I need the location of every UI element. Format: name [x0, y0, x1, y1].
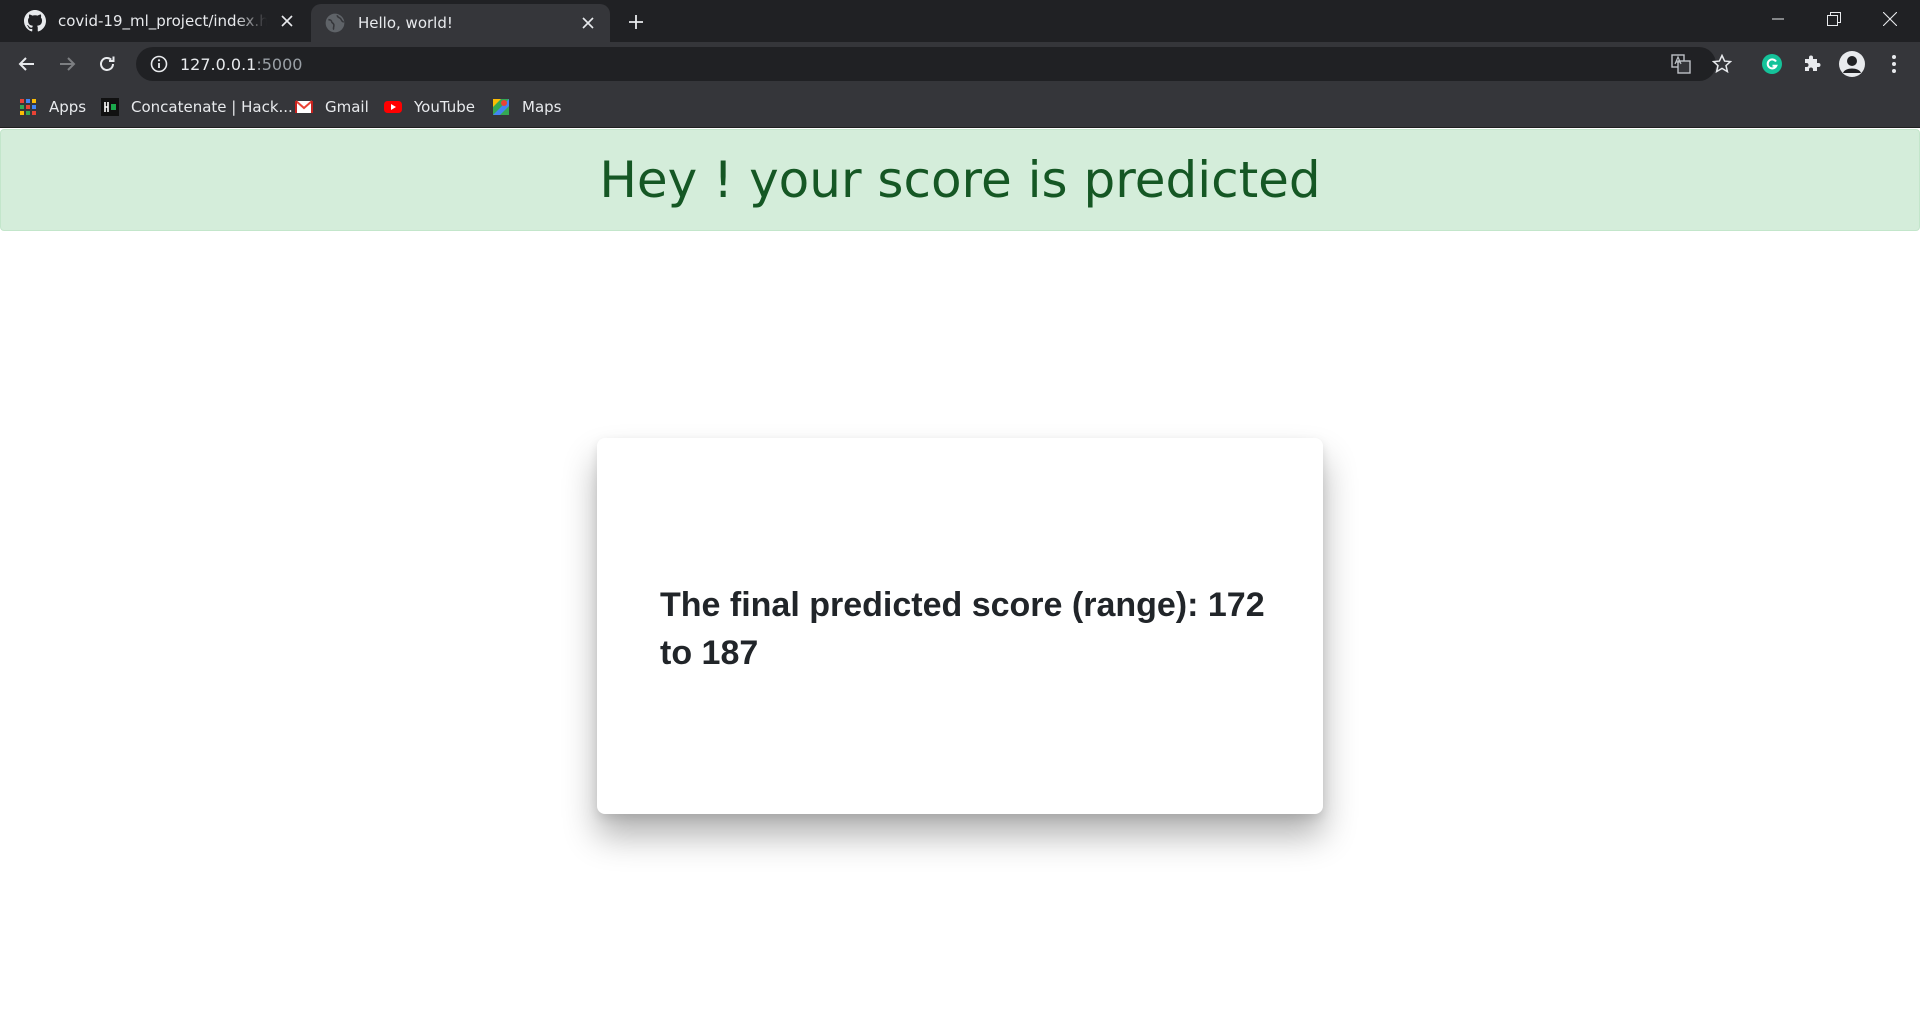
bookmark-gmail[interactable]: Gmail — [295, 94, 369, 120]
bookmark-apps[interactable]: Apps — [19, 94, 86, 120]
arrow-left-icon — [18, 57, 34, 71]
address-url: 127.0.0.1:5000 — [180, 55, 302, 74]
minimize-window-button[interactable] — [1750, 0, 1806, 38]
arrow-right-icon — [60, 57, 76, 71]
close-tab-icon[interactable] — [576, 11, 600, 35]
restore-window-button[interactable] — [1806, 0, 1862, 38]
hackerrank-icon — [101, 98, 119, 116]
profile-button[interactable] — [1838, 50, 1866, 78]
close-icon — [1883, 12, 1897, 26]
apps-grid-icon — [20, 99, 36, 115]
url-port: :5000 — [256, 54, 303, 74]
bookmark-label: Maps — [522, 98, 562, 116]
grammarly-icon — [1762, 54, 1782, 74]
restore-icon — [1827, 12, 1841, 26]
address-bar[interactable]: 127.0.0.1:5000 — [136, 47, 1716, 81]
close-tab-icon[interactable] — [275, 9, 299, 33]
page-title: Hey ! your score is predicted — [599, 151, 1321, 209]
extensions-button[interactable] — [1798, 50, 1826, 78]
bookmark-maps[interactable]: Maps — [492, 94, 561, 120]
gmail-icon — [295, 100, 313, 113]
browser-tab-strip: covid-19_ml_project/index.html at master… — [0, 0, 1920, 42]
back-button[interactable] — [11, 48, 43, 80]
tab-title: covid-19_ml_project/index.html at master — [58, 12, 267, 30]
plus-icon — [629, 15, 643, 29]
predicted-score-text: The final predicted score (range): 172 t… — [660, 586, 1265, 672]
bookmark-label: YouTube — [414, 98, 475, 116]
browser-menu-button[interactable] — [1880, 50, 1908, 78]
close-window-button[interactable] — [1862, 0, 1918, 38]
new-tab-button[interactable] — [622, 8, 650, 36]
url-host: 127.0.0.1 — [180, 54, 257, 74]
translate-button[interactable] — [1668, 51, 1694, 77]
success-alert: Hey ! your score is predicted — [0, 129, 1920, 231]
avatar — [1839, 51, 1865, 77]
bookmark-label: Gmail — [325, 98, 369, 116]
maps-icon — [493, 99, 509, 115]
grammarly-extension-button[interactable] — [1758, 50, 1786, 78]
result-card: The final predicted score (range): 172 t… — [597, 438, 1323, 814]
globe-icon — [325, 13, 345, 33]
bookmark-youtube[interactable]: YouTube — [384, 94, 475, 120]
page-viewport: Hey ! your score is predicted The final … — [0, 128, 1920, 1030]
github-icon — [24, 10, 46, 32]
bookmark-label: Concatenate | Hack... — [131, 98, 293, 116]
minimize-icon — [1772, 18, 1784, 20]
tab-hello-world[interactable]: Hello, world! — [311, 4, 610, 42]
browser-toolbar: 127.0.0.1:5000 — [0, 42, 1920, 86]
bookmark-star-button[interactable] — [1709, 51, 1735, 77]
forward-button[interactable] — [51, 48, 83, 80]
puzzle-piece-icon — [1805, 55, 1821, 71]
more-vertical-icon — [1892, 55, 1896, 73]
info-icon[interactable] — [150, 55, 168, 73]
translate-icon — [1671, 54, 1691, 74]
youtube-icon — [384, 101, 402, 113]
tab-github[interactable]: covid-19_ml_project/index.html at master — [0, 0, 309, 42]
tab-title: Hello, world! — [358, 14, 453, 32]
reload-button[interactable] — [91, 48, 123, 80]
bookmarks-bar: Apps Concatenate | Hack... Gmail YouTube — [0, 86, 1920, 128]
bookmark-label: Apps — [49, 98, 87, 116]
reload-icon — [100, 56, 115, 71]
star-icon — [1712, 54, 1732, 74]
bookmark-hackerrank[interactable]: Concatenate | Hack... — [101, 94, 293, 120]
